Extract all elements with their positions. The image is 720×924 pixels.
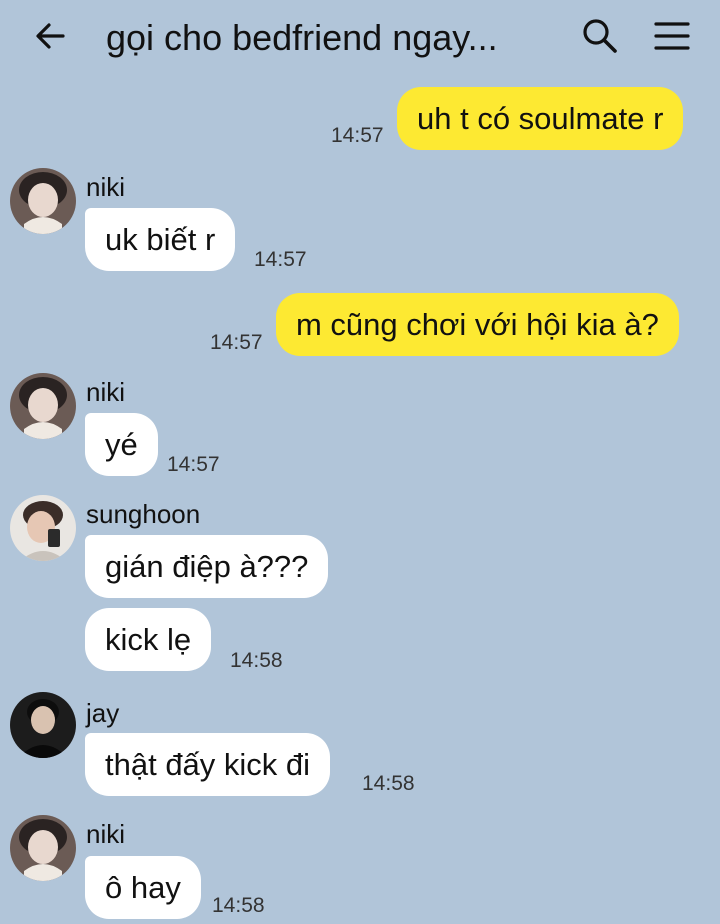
message-bubble[interactable]: ô hay bbox=[85, 856, 201, 919]
menu-button[interactable] bbox=[650, 14, 694, 58]
avatar-niki[interactable] bbox=[10, 168, 76, 234]
sender-name: sunghoon bbox=[86, 499, 201, 529]
chat-header: gọi cho bedfriend ngay... bbox=[0, 0, 720, 78]
message-time: 14:58 bbox=[212, 894, 265, 917]
message-bubble[interactable]: gián điệp à??? bbox=[85, 535, 329, 598]
message-time: 14:58 bbox=[230, 649, 283, 672]
avatar-niki[interactable] bbox=[10, 815, 76, 881]
avatar-sunghoon[interactable] bbox=[10, 495, 76, 561]
avatar-image bbox=[10, 815, 76, 881]
message-time: 14:58 bbox=[362, 772, 415, 795]
chat-title: gọi cho bedfriend ngay... bbox=[106, 17, 498, 58]
message-bubble[interactable]: uk biết r bbox=[85, 208, 236, 271]
avatar-image bbox=[10, 495, 76, 561]
avatar-image bbox=[10, 692, 76, 758]
message-bubble[interactable]: m cũng chơi với hội kia à? bbox=[276, 293, 679, 356]
arrow-left-icon bbox=[36, 23, 65, 49]
message-time: 14:57 bbox=[210, 331, 263, 354]
back-button[interactable] bbox=[28, 14, 72, 58]
avatar-jay[interactable] bbox=[10, 692, 76, 758]
hamburger-menu-icon bbox=[654, 22, 690, 50]
message-bubble[interactable]: uh t có soulmate r bbox=[397, 87, 684, 150]
avatar-image bbox=[10, 168, 76, 234]
avatar-niki[interactable] bbox=[10, 373, 76, 439]
message-bubble[interactable]: thật đấy kick đi bbox=[85, 733, 331, 796]
avatar-image bbox=[10, 373, 76, 439]
sender-name: niki bbox=[86, 819, 126, 849]
search-button[interactable] bbox=[578, 14, 622, 58]
message-time: 14:57 bbox=[254, 248, 307, 271]
search-icon bbox=[583, 19, 617, 53]
message-bubble[interactable]: kick lẹ bbox=[85, 608, 212, 671]
message-bubble[interactable]: yé bbox=[85, 413, 158, 476]
message-time: 14:57 bbox=[331, 124, 384, 147]
sender-name: niki bbox=[86, 172, 126, 202]
sender-name: jay bbox=[86, 698, 120, 728]
message-time: 14:57 bbox=[167, 453, 220, 476]
sender-name: niki bbox=[86, 377, 126, 407]
